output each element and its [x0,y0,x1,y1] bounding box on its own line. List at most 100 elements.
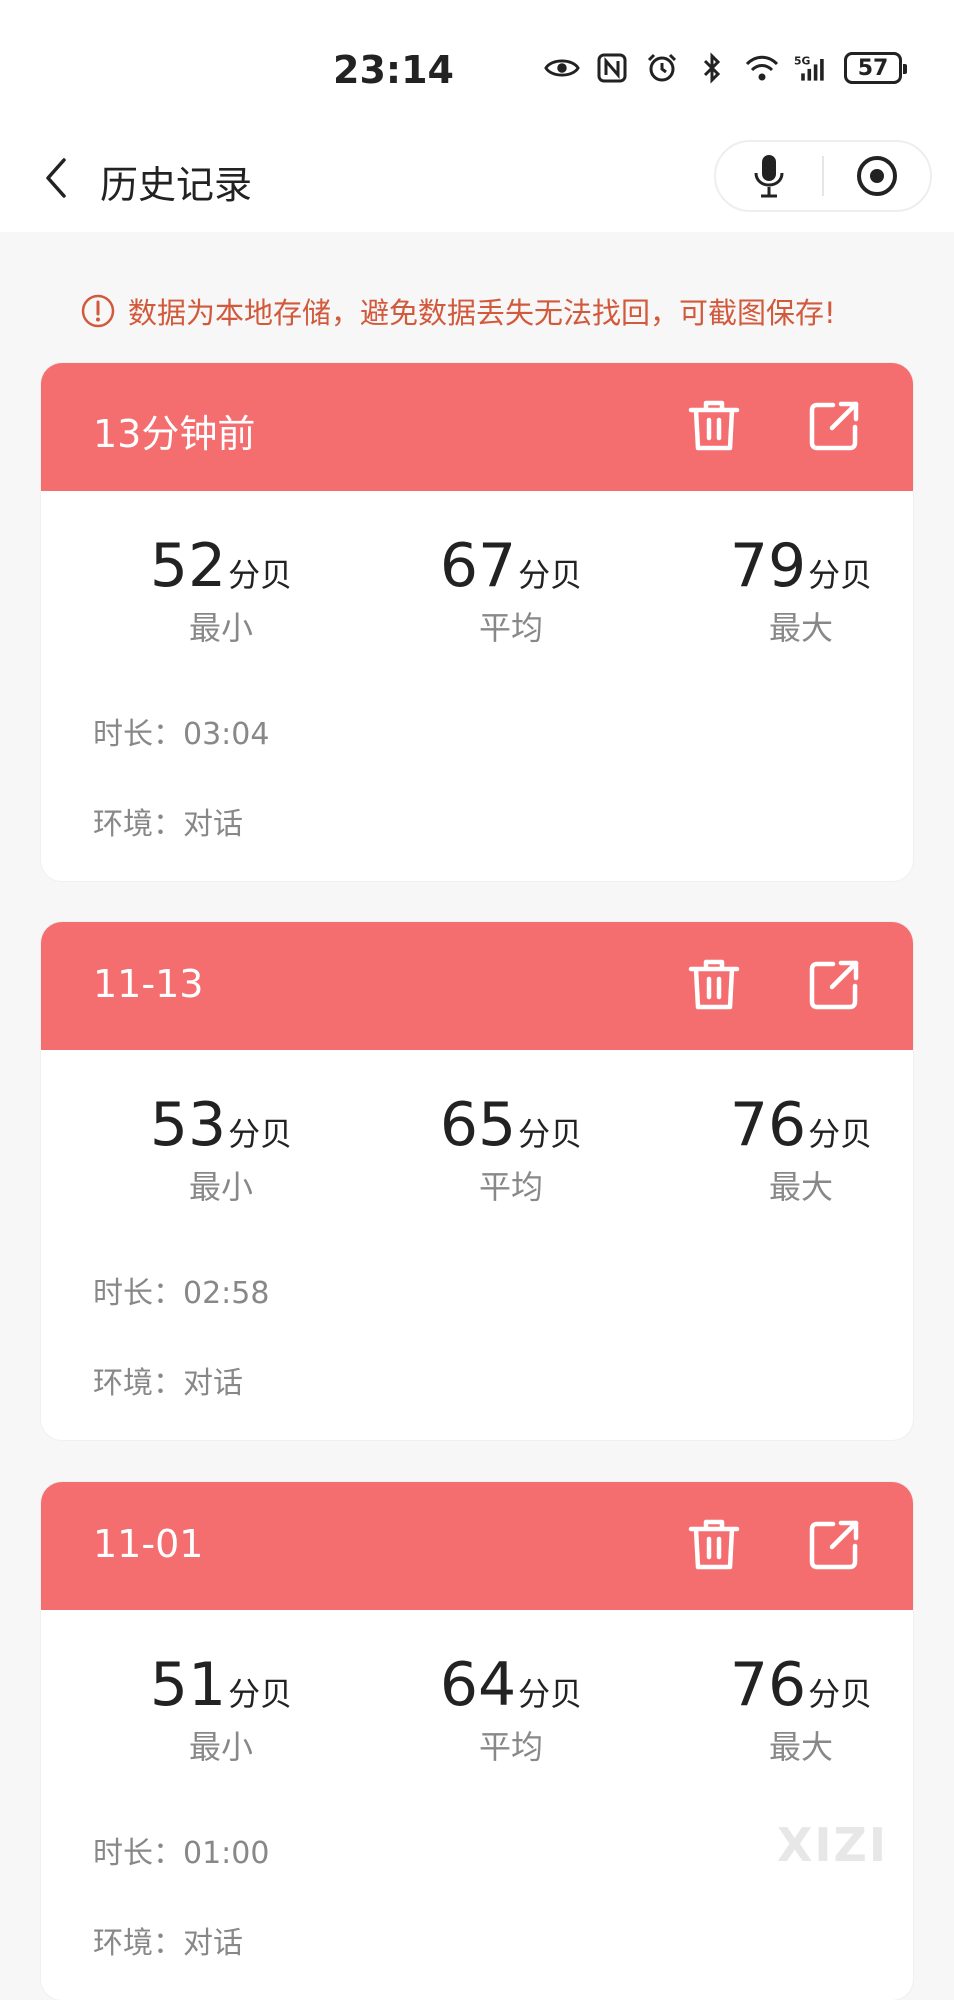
record-actions [685,1516,863,1574]
stat-label: 最小 [188,1168,253,1206]
stat-unit: 分贝 [808,1675,873,1713]
svg-text:5G: 5G [794,54,811,67]
stat-label: 最小 [188,609,253,647]
page-title: 历史记录 [100,163,253,207]
stat-max: 76分贝 最大 [691,1650,911,1768]
record-card-header: 11-01 [41,1482,913,1610]
record-date: 11-01 [93,1522,204,1566]
record-actions [685,956,863,1014]
stat-label: 最大 [768,609,833,647]
record-duration: 时长：01:00 [93,1828,269,1872]
status-icons: 5G 57 [544,50,907,86]
stat-value: 65 [439,1090,517,1160]
wifi-icon [744,50,780,86]
stat-avg: 64分贝 平均 [401,1650,621,1768]
share-external-icon [809,1520,859,1570]
share-external-icon [809,960,859,1010]
environment-key: 环境： [93,1926,183,1961]
trash-icon [688,400,740,451]
stat-avg: 67分贝 平均 [401,531,621,649]
stat-value: 51 [149,1650,227,1720]
duration-key: 时长： [93,1276,183,1311]
stat-value: 64 [439,1650,517,1720]
delete-button[interactable] [685,1516,743,1574]
environment-value: 对话 [183,807,243,842]
trash-icon [688,1519,740,1570]
record-environment: 环境：对话 [93,1358,243,1402]
stat-unit: 分贝 [228,1115,293,1153]
duration-value: 03:04 [183,717,270,752]
stat-unit: 分贝 [518,1675,583,1713]
battery-indicator: 57 [844,52,907,84]
environment-value: 对话 [183,1926,243,1961]
stat-max: 79分贝 最大 [691,531,911,649]
alarm-icon [644,50,680,86]
eye-icon [544,50,580,86]
stat-value: 67 [439,531,517,601]
delete-button[interactable] [685,397,743,455]
back-button[interactable] [28,150,84,206]
record-stats: 52分贝 最小 67分贝 平均 79分贝 最大 [41,491,913,647]
stat-min: 53分贝 最小 [111,1090,331,1208]
duration-value: 02:58 [183,1276,270,1311]
notice-text: 数据为本地存储，避免数据丢失无法找回，可截图保存! [128,296,836,330]
stat-min: 51分贝 最小 [111,1650,331,1768]
record-duration: 时长：02:58 [93,1268,269,1312]
trash-icon [688,959,740,1010]
stat-unit: 分贝 [808,556,873,594]
record-date: 13分钟前 [93,412,256,456]
status-bar: 23:14 5G 57 [0,0,954,120]
stat-label: 最大 [768,1168,833,1206]
duration-value: 01:00 [183,1836,270,1871]
stat-unit: 分贝 [518,556,583,594]
stat-unit: 分贝 [228,556,293,594]
record-stats: 53分贝 最小 65分贝 平均 76分贝 最大 [41,1050,913,1206]
warning-circle-icon [81,294,115,328]
nfc-icon [594,50,630,86]
history-page: 23:14 5G 57 历史记录 数据为本地存储，避免数据丢失无法找回，可截图保… [0,0,954,2000]
signal-5g-icon: 5G [794,50,830,86]
record-card-header: 13分钟前 [41,363,913,491]
share-button[interactable] [805,397,863,455]
duration-key: 时长： [93,717,183,752]
duration-key: 时长： [93,1836,183,1871]
watermark: XIZI [776,1818,888,1872]
close-program-button[interactable] [824,142,930,210]
microphone-button[interactable] [716,142,822,210]
mini-program-capsule [714,140,932,212]
status-time: 23:14 [333,48,454,92]
share-external-icon [809,401,859,451]
share-button[interactable] [805,956,863,1014]
bluetooth-icon [694,50,730,86]
stat-label: 最大 [768,1728,833,1766]
stat-min: 52分贝 最小 [111,531,331,649]
stat-unit: 分贝 [808,1115,873,1153]
stat-label: 最小 [188,1728,253,1766]
record-environment: 环境：对话 [93,1918,243,1962]
environment-key: 环境： [93,1366,183,1401]
share-button[interactable] [805,1516,863,1574]
microphone-icon [754,155,784,198]
stat-avg: 65分贝 平均 [401,1090,621,1208]
stat-max: 76分贝 最大 [691,1090,911,1208]
stat-value: 52 [149,531,227,601]
record-duration: 时长：03:04 [93,709,269,753]
stat-label: 平均 [478,1168,543,1206]
record-card: 11-01 51分贝 最小 64分贝 平均 76分贝 最大 时长：01:00 环… [40,1481,914,2000]
record-card: 13分钟前 52分贝 最小 67分贝 平均 79分贝 最大 时长：03:04 环… [40,362,914,882]
record-card: 11-13 53分贝 最小 65分贝 平均 76分贝 最大 时长：02:58 环… [40,921,914,1441]
record-actions [685,397,863,455]
delete-button[interactable] [685,956,743,1014]
stat-value: 53 [149,1090,227,1160]
chevron-left-icon [46,158,66,198]
record-stats: 51分贝 最小 64分贝 平均 76分贝 最大 [41,1610,913,1766]
stat-unit: 分贝 [518,1115,583,1153]
record-card-header: 11-13 [41,922,913,1050]
environment-value: 对话 [183,1366,243,1401]
stat-unit: 分贝 [228,1675,293,1713]
title-bar: 历史记录 [0,120,954,232]
stat-value: 79 [729,531,807,601]
stat-value: 76 [729,1650,807,1720]
storage-notice: 数据为本地存储，避免数据丢失无法找回，可截图保存! [80,290,920,332]
target-close-icon [856,156,897,196]
